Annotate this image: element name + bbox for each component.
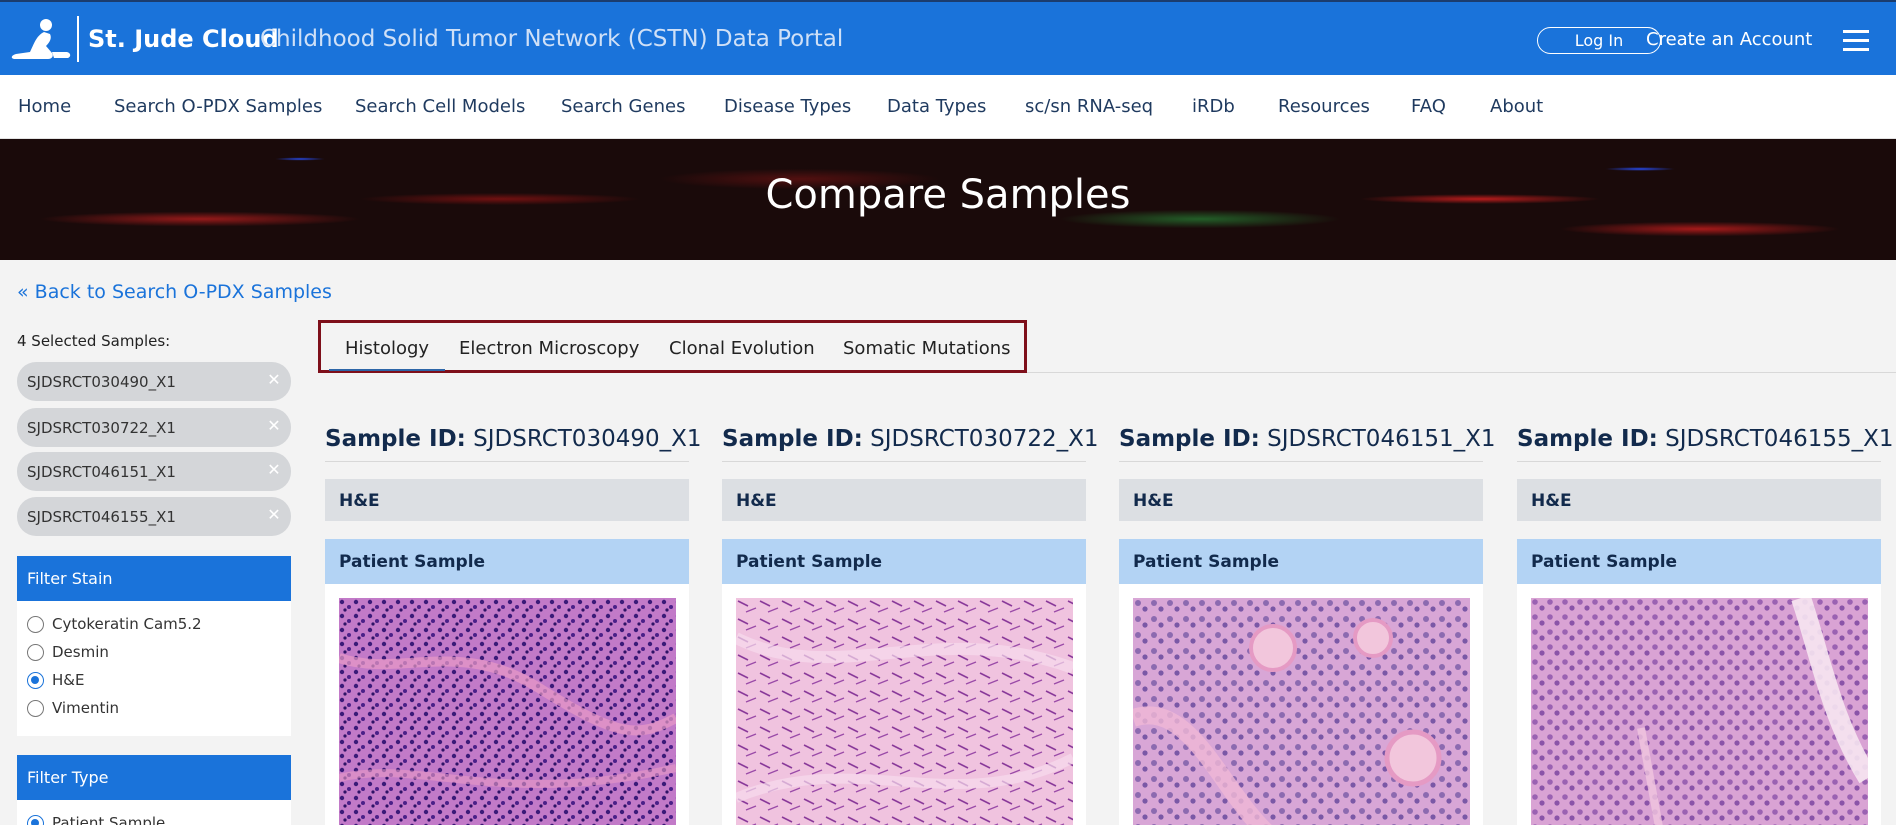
card-title: Patient Sample (1119, 539, 1483, 584)
stain-header: H&E (722, 479, 1086, 521)
nav-resources[interactable]: Resources (1278, 96, 1370, 117)
selected-samples-label: 4 Selected Samples: (17, 332, 171, 350)
stain-option[interactable]: Desmin (17, 638, 291, 666)
histology-image[interactable] (337, 598, 679, 825)
main-nav: Home Search O-PDX Samples Search Cell Mo… (0, 75, 1896, 139)
nav-sc-sn-rna-seq[interactable]: sc/sn RNA-seq (1025, 96, 1153, 117)
card-title: Patient Sample (1517, 539, 1881, 584)
tab-bar: Histology Electron Microscopy Clonal Evo… (318, 320, 1027, 373)
sample-column: Sample ID: SJDSRCT030722_X1 H&E Patient … (722, 426, 1099, 825)
back-to-search-link[interactable]: « Back to Search O-PDX Samples (17, 281, 332, 303)
sample-chip: SJDSRCT046155_X1 ✕ (17, 497, 291, 536)
type-option[interactable]: Patient Sample (17, 809, 291, 825)
sample-column: Sample ID: SJDSRCT046151_X1 H&E Patient … (1119, 426, 1496, 825)
nav-disease-types[interactable]: Disease Types (724, 96, 851, 117)
brand-name[interactable]: St. Jude Cloud (88, 25, 279, 53)
histology-image[interactable] (1531, 594, 1877, 825)
histology-image[interactable] (733, 598, 1076, 825)
sample-chip: SJDSRCT030490_X1 ✕ (17, 362, 291, 401)
sample-chip: SJDSRCT030722_X1 ✕ (17, 408, 291, 447)
sample-id-label: Sample ID: (1119, 426, 1260, 452)
sample-id-value: SJDSRCT046151_X1 (1267, 426, 1496, 452)
sample-id-value: SJDSRCT030722_X1 (870, 426, 1099, 452)
sample-column: Sample ID: SJDSRCT046155_X1 H&E Patient … (1517, 426, 1894, 825)
nav-irdb[interactable]: iRDb (1192, 96, 1235, 117)
card-title: Patient Sample (325, 539, 689, 584)
tab-electron-microscopy[interactable]: Electron Microscopy (459, 338, 639, 359)
sample-chip: SJDSRCT046151_X1 ✕ (17, 452, 291, 491)
portal-title[interactable]: Childhood Solid Tumor Network (CSTN) Dat… (260, 26, 843, 52)
stain-header: H&E (325, 479, 689, 521)
sample-card: Patient Sample (1517, 539, 1881, 825)
create-account-link[interactable]: Create an Account (1646, 29, 1812, 50)
close-icon[interactable]: ✕ (265, 371, 283, 389)
sample-id-label: Sample ID: (722, 426, 863, 452)
logo-divider (77, 16, 79, 62)
sample-id-heading: Sample ID: SJDSRCT030490_X1 (325, 426, 702, 462)
active-tab-indicator (329, 369, 445, 371)
login-button[interactable]: Log In (1537, 27, 1661, 54)
close-icon[interactable]: ✕ (265, 417, 283, 435)
type-option-label: Patient Sample (52, 814, 166, 825)
sample-id-heading: Sample ID: SJDSRCT030722_X1 (722, 426, 1099, 462)
page-banner: Compare Samples (0, 139, 1896, 260)
sample-id-heading: Sample ID: SJDSRCT046151_X1 (1119, 426, 1496, 462)
sample-id-label: Sample ID: (325, 426, 466, 452)
radio-button[interactable] (27, 616, 44, 633)
stain-header: H&E (1119, 479, 1483, 521)
stain-option-label: Vimentin (52, 699, 120, 717)
sample-card: Patient Sample (325, 539, 689, 825)
sample-id-label: Sample ID: (1517, 426, 1658, 452)
sample-id-heading: Sample ID: SJDSRCT046155_X1 (1517, 426, 1894, 462)
nav-data-types[interactable]: Data Types (887, 96, 986, 117)
top-header: St. Jude Cloud Childhood Solid Tumor Net… (0, 0, 1896, 75)
nav-about[interactable]: About (1490, 96, 1543, 117)
page-title: Compare Samples (765, 172, 1131, 218)
nav-faq[interactable]: FAQ (1411, 96, 1446, 117)
stain-option-label: Cytokeratin Cam5.2 (52, 615, 202, 633)
stain-option[interactable]: Cytokeratin Cam5.2 (17, 610, 291, 638)
filter-stain-panel: Filter Stain Cytokeratin Cam5.2 Desmin H… (17, 556, 291, 736)
stain-option-label: H&E (52, 671, 85, 689)
sample-chip-label: SJDSRCT046151_X1 (27, 463, 176, 481)
sample-card: Patient Sample (722, 539, 1086, 825)
stain-option-label: Desmin (52, 643, 109, 661)
sample-chip-label: SJDSRCT030722_X1 (27, 419, 176, 437)
nav-search-genes[interactable]: Search Genes (561, 96, 685, 117)
tab-histology[interactable]: Histology (345, 338, 429, 359)
card-title: Patient Sample (722, 539, 1086, 584)
tab-divider (1027, 372, 1896, 373)
stain-header: H&E (1517, 479, 1881, 521)
radio-button[interactable] (27, 644, 44, 661)
sample-id-value: SJDSRCT030490_X1 (473, 426, 702, 452)
hamburger-menu-icon[interactable] (1843, 30, 1869, 52)
tab-clonal-evolution[interactable]: Clonal Evolution (669, 338, 815, 359)
st-jude-logo-icon[interactable] (8, 16, 74, 62)
tab-somatic-mutations[interactable]: Somatic Mutations (843, 338, 1011, 359)
nav-home[interactable]: Home (18, 96, 71, 117)
nav-search-cell-models[interactable]: Search Cell Models (355, 96, 525, 117)
stain-option[interactable]: Vimentin (17, 694, 291, 722)
stain-option[interactable]: H&E (17, 666, 291, 694)
sample-chip-label: SJDSRCT046155_X1 (27, 508, 176, 526)
sample-column: Sample ID: SJDSRCT030490_X1 H&E Patient … (325, 426, 702, 825)
filter-type-title: Filter Type (17, 755, 291, 800)
sample-chip-label: SJDSRCT030490_X1 (27, 373, 176, 391)
filter-type-panel: Filter Type Patient Sample (17, 755, 291, 825)
nav-search-opdx-samples[interactable]: Search O-PDX Samples (114, 96, 322, 117)
close-icon[interactable]: ✕ (265, 461, 283, 479)
radio-button[interactable] (27, 700, 44, 717)
radio-button-checked[interactable] (27, 672, 44, 689)
sample-card: Patient Sample (1119, 539, 1483, 825)
close-icon[interactable]: ✕ (265, 506, 283, 524)
radio-button-checked[interactable] (27, 815, 44, 825)
sample-id-value: SJDSRCT046155_X1 (1665, 426, 1894, 452)
filter-stain-title: Filter Stain (17, 556, 291, 601)
histology-image[interactable] (1130, 598, 1470, 825)
